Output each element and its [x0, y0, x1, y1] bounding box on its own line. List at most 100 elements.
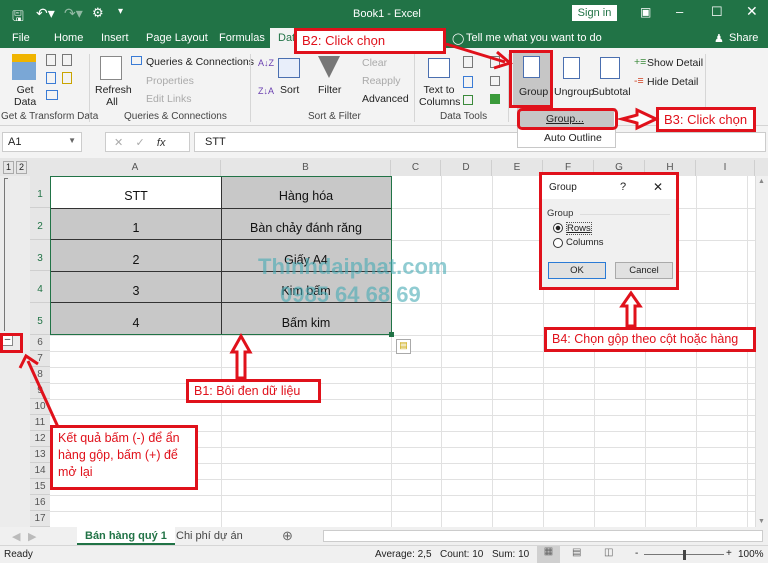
table-cell[interactable]: Bàn chảy đánh răng — [221, 221, 391, 235]
tab-home[interactable]: Home — [54, 32, 83, 44]
row-header[interactable]: 15 — [30, 479, 50, 495]
columns-radio[interactable] — [553, 238, 563, 248]
outline-level-2-button[interactable]: 2 — [16, 161, 27, 174]
maximize-button[interactable]: ☐ — [711, 4, 723, 20]
rows-radio-label[interactable]: Rows — [566, 222, 592, 235]
horizontal-scrollbar[interactable] — [323, 530, 763, 542]
share-button[interactable]: Share — [729, 32, 758, 44]
cancel-icon[interactable]: ✕ — [114, 137, 123, 149]
column-header-d[interactable]: D — [441, 160, 492, 176]
row-header[interactable]: 1 — [30, 176, 50, 208]
page-layout-view-button[interactable]: ▤ — [572, 547, 581, 558]
flash-fill-icon[interactable] — [463, 56, 473, 68]
vertical-scrollbar[interactable]: ▲ ▼ — [755, 176, 768, 527]
recent-sources-icon[interactable] — [62, 54, 72, 66]
row-header[interactable]: 5 — [30, 303, 50, 335]
row-header[interactable]: 3 — [30, 239, 50, 272]
table-cell[interactable]: Bấm kim — [221, 316, 391, 330]
filter-button[interactable]: Filter — [318, 84, 341, 96]
row-header[interactable]: 2 — [30, 207, 50, 240]
quick-analysis-icon[interactable]: ▤ — [396, 339, 411, 354]
queries-connections-button[interactable]: Queries & Connections — [146, 56, 254, 68]
from-table-icon[interactable] — [46, 90, 58, 100]
dialog-help-button[interactable]: ? — [620, 181, 626, 193]
scroll-sheets-right-icon[interactable]: ▶ — [28, 530, 36, 543]
table-cell[interactable]: 4 — [51, 316, 221, 330]
ok-button[interactable]: OK — [548, 262, 606, 279]
column-header-b[interactable]: B — [221, 160, 391, 176]
sort-a-z-button[interactable]: A↓Z — [258, 58, 274, 68]
row-header[interactable]: 12 — [30, 431, 50, 447]
zoom-slider-thumb[interactable] — [683, 550, 686, 560]
redo-icon[interactable]: ↷▾ — [64, 5, 83, 22]
subtotal-button[interactable]: Subtotal — [592, 86, 631, 98]
consolidate-icon[interactable] — [490, 56, 500, 68]
dialog-close-button[interactable]: ✕ — [653, 180, 663, 194]
columns-radio-label[interactable]: Columns — [566, 237, 604, 248]
row-header[interactable]: 14 — [30, 463, 50, 479]
enter-icon[interactable]: ✓ — [135, 137, 144, 149]
from-text-icon[interactable] — [46, 54, 56, 66]
from-web-icon[interactable] — [46, 72, 56, 84]
tab-page-layout[interactable]: Page Layout — [146, 32, 208, 44]
table-cell[interactable]: 2 — [51, 253, 221, 267]
sort-z-a-button[interactable]: Z↓A — [258, 86, 274, 96]
show-detail-button[interactable]: Show Detail — [647, 57, 703, 69]
page-break-view-button[interactable]: ◫ — [604, 547, 613, 558]
rows-radio[interactable] — [553, 223, 563, 233]
row-header[interactable]: 10 — [30, 399, 50, 415]
row-header[interactable]: 11 — [30, 415, 50, 431]
sheet-tab-ban-hang-quy-1[interactable]: Bán hàng quý 1 — [77, 527, 175, 545]
text-to-columns-button[interactable]: Text to Columns — [419, 84, 460, 108]
menu-item-auto-outline[interactable]: Auto Outline — [544, 132, 602, 144]
tab-formulas[interactable]: Formulas — [219, 32, 265, 44]
scroll-sheets-left-icon[interactable]: ◀ — [12, 530, 20, 543]
new-sheet-button[interactable]: ⊕ — [282, 528, 293, 544]
undo-icon[interactable]: ↶▾ — [36, 5, 55, 22]
zoom-in-button[interactable]: + — [726, 548, 732, 559]
get-data-button[interactable]: Get Data — [14, 84, 36, 108]
row-header[interactable]: 7 — [30, 351, 50, 367]
existing-connections-icon[interactable] — [62, 72, 72, 84]
formula-input[interactable]: STT — [194, 132, 766, 152]
name-box[interactable]: A1 ▼ — [2, 132, 82, 152]
table-header-cell[interactable]: Hàng hóa — [221, 189, 391, 203]
row-header[interactable]: 6 — [30, 335, 50, 351]
sort-button[interactable]: Sort — [280, 84, 299, 96]
data-model-icon[interactable] — [490, 94, 500, 104]
ribbon-display-icon[interactable]: ▣ — [640, 5, 651, 19]
touch-mode-icon[interactable]: ⚙ — [92, 5, 104, 21]
data-validation-icon[interactable] — [463, 95, 473, 105]
tell-me-input[interactable]: Tell me what you want to do — [466, 32, 602, 44]
edit-links-button[interactable]: Edit Links — [146, 93, 192, 105]
zoom-out-button[interactable]: - — [635, 548, 638, 559]
relationships-icon[interactable] — [490, 76, 500, 86]
cancel-button[interactable]: Cancel — [615, 262, 673, 279]
tab-file[interactable]: File — [12, 32, 30, 44]
table-cell[interactable]: 3 — [51, 284, 221, 298]
close-button[interactable]: ✕ — [746, 3, 758, 20]
outline-level-1-button[interactable]: 1 — [3, 161, 14, 174]
minimize-button[interactable]: – — [676, 4, 683, 19]
column-header-a[interactable]: A — [50, 160, 221, 176]
tab-insert[interactable]: Insert — [101, 32, 129, 44]
table-cell[interactable]: 1 — [51, 221, 221, 235]
ungroup-button[interactable]: Ungroup — [554, 86, 594, 98]
row-header[interactable]: 8 — [30, 367, 50, 383]
customize-qat-icon[interactable]: ▾ — [118, 6, 123, 17]
column-header-i[interactable]: I — [696, 160, 755, 176]
row-header[interactable]: 4 — [30, 271, 50, 304]
normal-view-button[interactable]: ▦ — [537, 546, 560, 563]
table-header-cell[interactable]: STT — [51, 189, 221, 203]
hide-detail-button[interactable]: Hide Detail — [647, 76, 698, 88]
column-header-e[interactable]: E — [492, 160, 543, 176]
clear-button[interactable]: Clear — [362, 57, 387, 69]
column-header-c[interactable]: C — [391, 160, 441, 176]
row-header[interactable]: 17 — [30, 511, 50, 527]
properties-button[interactable]: Properties — [146, 75, 194, 87]
row-header[interactable]: 9 — [30, 383, 50, 399]
sheet-tab-chi-phi-du-an[interactable]: Chi phí dự án — [176, 530, 243, 542]
fill-handle[interactable] — [389, 332, 394, 337]
row-header[interactable]: 16 — [30, 495, 50, 511]
save-icon[interactable]: 🖫 — [12, 6, 24, 30]
